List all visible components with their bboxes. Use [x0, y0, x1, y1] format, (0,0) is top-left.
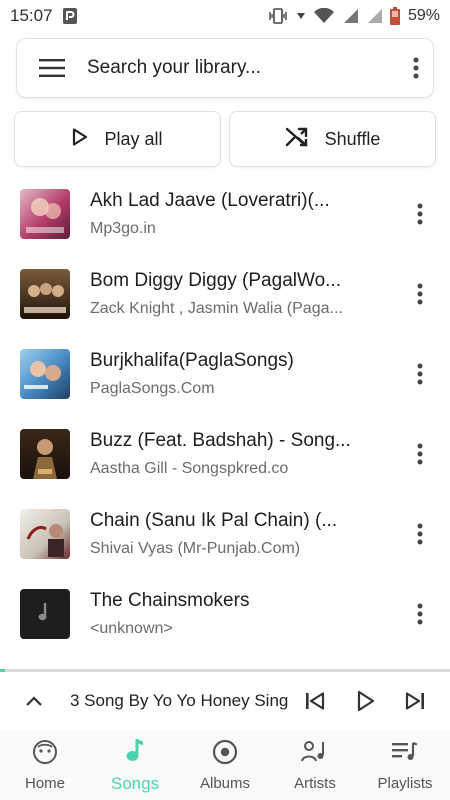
more-vert-icon[interactable] — [410, 439, 430, 469]
song-artist: Mp3go.in — [90, 220, 156, 237]
battery-icon — [389, 7, 400, 25]
shuffle-label: Shuffle — [324, 128, 381, 149]
music-note-icon — [125, 737, 145, 768]
song-title: The Chainsmokers — [90, 590, 250, 611]
wifi-icon — [313, 8, 334, 24]
song-artist: Aastha Gill - Songspkred.co — [90, 460, 289, 477]
nav-home-label: Home — [24, 774, 65, 792]
skip-next-icon[interactable] — [405, 692, 425, 710]
battery-percent: 59% — [407, 7, 440, 24]
play-all-label: Play all — [104, 128, 163, 149]
now-playing-title: 3 Song By Yo Yo Honey Sing — [70, 691, 288, 710]
nav-albums[interactable]: Albums — [180, 730, 270, 800]
song-title: Buzz (Feat. Badshah) - Song... — [90, 430, 351, 451]
artist-icon — [301, 739, 329, 769]
song-title: Bom Diggy Diggy (PagalWo... — [90, 270, 341, 291]
nav-playlists[interactable]: Playlists — [360, 730, 450, 800]
play-pause-icon[interactable] — [357, 690, 375, 712]
song-title: Burjkhalifa(PaglaSongs) — [90, 350, 294, 371]
signal-icon — [342, 8, 358, 24]
nav-artists-label: Artists — [294, 774, 336, 792]
album-art-placeholder — [20, 589, 70, 639]
playlist-icon — [391, 739, 419, 769]
album-art — [20, 189, 70, 239]
shuffle-button[interactable]: Shuffle — [229, 111, 436, 167]
nav-songs-label: Songs — [110, 773, 160, 793]
album-art — [20, 269, 70, 319]
more-vert-icon[interactable] — [413, 57, 419, 79]
play-icon — [72, 127, 88, 151]
album-art — [20, 429, 70, 479]
mini-player[interactable]: 3 Song By Yo Yo Honey Sing — [0, 672, 450, 730]
music-note-icon — [38, 602, 52, 627]
search-bar[interactable]: Search your library... — [16, 38, 434, 98]
parking-icon — [62, 8, 77, 24]
shuffle-icon — [285, 126, 309, 153]
song-artist: Zack Knight , Jasmin Walia (Paga... — [90, 300, 343, 317]
song-title: Chain (Sanu Ik Pal Chain) (... — [90, 510, 338, 531]
more-vert-icon[interactable] — [410, 279, 430, 309]
album-art — [20, 349, 70, 399]
more-vert-icon[interactable] — [410, 599, 430, 629]
song-item[interactable]: Buzz (Feat. Badshah) - Song... Aastha Gi… — [0, 414, 450, 494]
play-all-button[interactable]: Play all — [14, 111, 221, 167]
song-item[interactable]: Burjkhalifa(PaglaSongs) PaglaSongs.Com — [0, 334, 450, 414]
song-artist: <unknown> — [90, 620, 173, 637]
nav-songs[interactable]: Songs — [90, 730, 180, 800]
song-artist: Shivai Vyas (Mr-Punjab.Com) — [90, 540, 301, 557]
song-item[interactable]: The Chainsmokers <unknown> — [0, 574, 450, 654]
nav-artists[interactable]: Artists — [270, 730, 360, 800]
nav-home[interactable]: Home — [0, 730, 90, 800]
skip-previous-icon[interactable] — [305, 692, 325, 710]
album-art — [20, 509, 70, 559]
bottom-navigation: Home Songs Albums Artists Playlists — [0, 730, 450, 800]
status-time: 15:07 — [10, 6, 53, 25]
status-bar: 15:07 59% — [0, 0, 450, 32]
search-input[interactable]: Search your library... — [87, 57, 413, 79]
song-artist: PaglaSongs.Com — [90, 380, 215, 397]
song-item[interactable]: Akh Lad Jaave (Loveratri)(... Mp3go.in — [0, 174, 450, 254]
nav-playlists-label: Playlists — [377, 774, 433, 792]
album-disc-icon — [212, 739, 238, 769]
more-vert-icon[interactable] — [410, 359, 430, 389]
expand-player-icon[interactable] — [26, 696, 42, 706]
vibrate-icon — [268, 8, 288, 24]
menu-icon[interactable] — [39, 58, 65, 78]
song-list: Akh Lad Jaave (Loveratri)(... Mp3go.in B… — [0, 174, 450, 654]
more-vert-icon[interactable] — [410, 519, 430, 549]
data-arrow-icon — [296, 11, 306, 21]
signal-2-icon — [366, 8, 382, 24]
home-face-icon — [32, 739, 58, 769]
nav-albums-label: Albums — [199, 774, 251, 792]
more-vert-icon[interactable] — [410, 199, 430, 229]
song-item[interactable]: Bom Diggy Diggy (PagalWo... Zack Knight … — [0, 254, 450, 334]
song-title: Akh Lad Jaave (Loveratri)(... — [90, 190, 330, 211]
song-item[interactable]: Chain (Sanu Ik Pal Chain) (... Shivai Vy… — [0, 494, 450, 574]
